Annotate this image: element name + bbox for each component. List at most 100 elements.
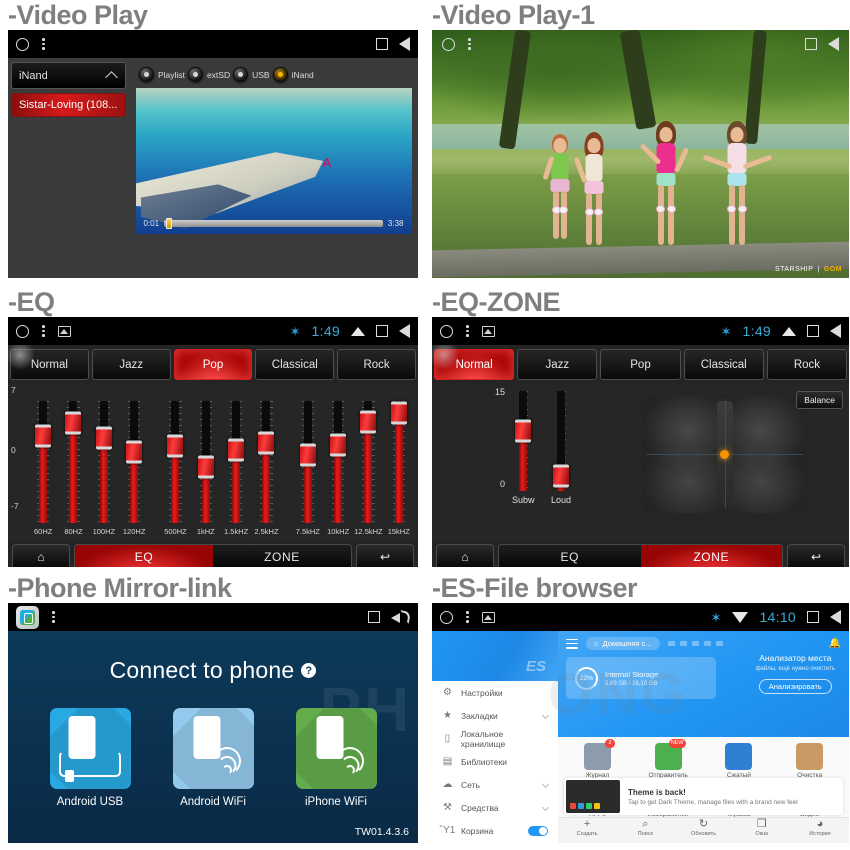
notification-bell-icon[interactable]: 🔔	[829, 638, 841, 649]
progress-knob[interactable]	[166, 218, 173, 229]
eq-slider[interactable]	[28, 401, 58, 523]
home-button[interactable]: ⌂	[12, 543, 70, 567]
slider-thumb[interactable]	[553, 464, 569, 488]
zone-slider-subw[interactable]: Subw	[512, 391, 535, 509]
eq-band-500hz[interactable]: 500HZ	[160, 395, 190, 541]
recycle-bin-toggle[interactable]	[528, 825, 548, 836]
three-dots-icon[interactable]	[52, 610, 55, 624]
theme-banner[interactable]: Theme is back! Tap to get Dark Theme, ma…	[564, 778, 843, 815]
eq-slider[interactable]	[89, 401, 119, 523]
tab-zone[interactable]: ZONE	[640, 544, 782, 567]
slider-thumb[interactable]	[35, 424, 52, 448]
screenshot-icon[interactable]	[481, 325, 495, 337]
mute-speaker-icon[interactable]	[391, 609, 412, 625]
tile-android-wifi[interactable]: Android WiFi	[172, 708, 254, 808]
es-sidebar-item-0[interactable]: ⚙ Настройки	[432, 681, 558, 704]
eq-preset-jazz[interactable]: Jazz	[91, 349, 171, 380]
slider-thumb[interactable]	[95, 426, 112, 450]
es-sidebar-item-3[interactable]: ▤ Библиотеки	[432, 750, 558, 773]
eq-slider[interactable]	[251, 401, 281, 523]
home-circle-icon[interactable]	[440, 324, 453, 338]
eq-slider[interactable]	[323, 401, 353, 523]
eq-band-7.5khz[interactable]: 7.5kHZ	[293, 395, 323, 541]
eq-slider[interactable]	[221, 401, 251, 523]
square-icon[interactable]	[807, 611, 819, 623]
analyze-button[interactable]: Анализировать	[758, 679, 832, 694]
playlist-item[interactable]: Sistar-Loving (108...	[11, 93, 126, 117]
balance-position-dot[interactable]	[720, 449, 729, 459]
back-button[interactable]: ↩	[356, 543, 414, 567]
es-bottom-item-0[interactable]: + Создать	[558, 818, 616, 843]
slider-thumb[interactable]	[390, 401, 407, 425]
home-circle-icon[interactable]	[16, 37, 29, 51]
eq-preset-rock[interactable]: Rock	[337, 349, 416, 380]
balance-label[interactable]: Balance	[796, 391, 843, 409]
eq-band-12.5khz[interactable]: 12.5kHZ	[353, 395, 383, 541]
breadcrumb[interactable]: ⌂ Домашняя с...	[586, 637, 660, 650]
back-triangle-icon[interactable]	[399, 37, 410, 51]
es-bottom-item-4[interactable]: ◕ История	[791, 818, 849, 843]
square-icon[interactable]	[805, 38, 817, 50]
eq-slider[interactable]	[353, 401, 383, 523]
slider-thumb[interactable]	[299, 443, 316, 467]
slider-thumb[interactable]	[228, 438, 245, 462]
es-sidebar-item-4[interactable]: ☁ Сеть	[432, 773, 558, 796]
eq-band-80hz[interactable]: 80HZ	[58, 395, 88, 541]
eject-icon[interactable]	[782, 326, 796, 336]
eq-band-100hz[interactable]: 100HZ	[89, 395, 119, 541]
back-triangle-icon[interactable]	[830, 610, 841, 624]
zone-slider[interactable]	[550, 391, 572, 491]
eq-band-60hz[interactable]: 60HZ	[28, 395, 58, 541]
eq-band-120hz[interactable]: 120HZ	[119, 395, 149, 541]
open-tabs-strip[interactable]	[667, 641, 723, 646]
eq-band-10khz[interactable]: 10kHZ	[323, 395, 353, 541]
eq-preset-pop[interactable]: Pop	[600, 349, 681, 380]
tile-iphone-wifi[interactable]: iPhone WiFi	[295, 708, 377, 808]
eject-icon[interactable]	[351, 326, 365, 336]
eq-slider[interactable]	[293, 401, 323, 523]
eq-band-15khz[interactable]: 15kHZ	[384, 395, 414, 541]
slider-thumb[interactable]	[65, 411, 82, 435]
three-dots-icon[interactable]	[468, 37, 471, 51]
help-icon[interactable]: ?	[301, 663, 317, 678]
tab-eq[interactable]: EQ	[499, 544, 641, 567]
three-dots-icon[interactable]	[466, 610, 469, 624]
square-icon[interactable]	[807, 325, 819, 337]
video-surface[interactable]: A 0:01 3:38	[135, 88, 412, 234]
mirrorlink-app-icon[interactable]	[16, 605, 39, 629]
home-circle-icon[interactable]	[16, 324, 29, 338]
tab-zone[interactable]: ZONE	[213, 544, 351, 567]
es-app-tile-1[interactable]: NEW Отправитель	[633, 739, 704, 779]
square-icon[interactable]	[376, 38, 388, 50]
eq-preset-classical[interactable]: Classical	[255, 349, 335, 380]
eq-preset-normal[interactable]: Normal	[432, 340, 515, 380]
source-dropdown[interactable]: iNand	[11, 62, 126, 89]
eq-preset-classical[interactable]: Classical	[683, 349, 764, 380]
slider-thumb[interactable]	[197, 455, 214, 479]
eq-preset-jazz[interactable]: Jazz	[517, 349, 598, 380]
source-option-inand[interactable]: iNand	[272, 67, 314, 82]
eq-preset-pop[interactable]: Pop	[173, 349, 253, 380]
eq-slider[interactable]	[58, 401, 88, 523]
three-dots-icon[interactable]	[466, 324, 469, 338]
source-option-playlist[interactable]: Playlist	[139, 67, 185, 82]
three-dots-icon[interactable]	[42, 37, 45, 51]
eq-slider[interactable]	[384, 401, 414, 523]
slider-thumb[interactable]	[258, 431, 275, 455]
source-option-extsd[interactable]: extSD	[187, 67, 230, 82]
zone-slider[interactable]	[512, 391, 534, 491]
eq-preset-rock[interactable]: Rock	[766, 349, 848, 380]
car-cabin-diagram[interactable]	[642, 395, 807, 513]
es-bottom-item-3[interactable]: ❐ Окна	[733, 818, 791, 843]
home-circle-icon[interactable]	[442, 37, 455, 51]
screenshot-icon[interactable]	[57, 325, 71, 337]
three-dots-icon[interactable]	[42, 324, 45, 338]
back-triangle-icon[interactable]	[399, 324, 410, 338]
home-button[interactable]: ⌂	[436, 543, 494, 567]
slider-thumb[interactable]	[126, 440, 143, 463]
slider-thumb[interactable]	[515, 419, 531, 443]
progress-bar[interactable]	[164, 218, 383, 229]
back-triangle-icon[interactable]	[830, 324, 841, 338]
es-sidebar-item-6[interactable]: Ὕ1 Корзина	[432, 819, 558, 842]
screenshot-icon[interactable]	[481, 611, 495, 623]
